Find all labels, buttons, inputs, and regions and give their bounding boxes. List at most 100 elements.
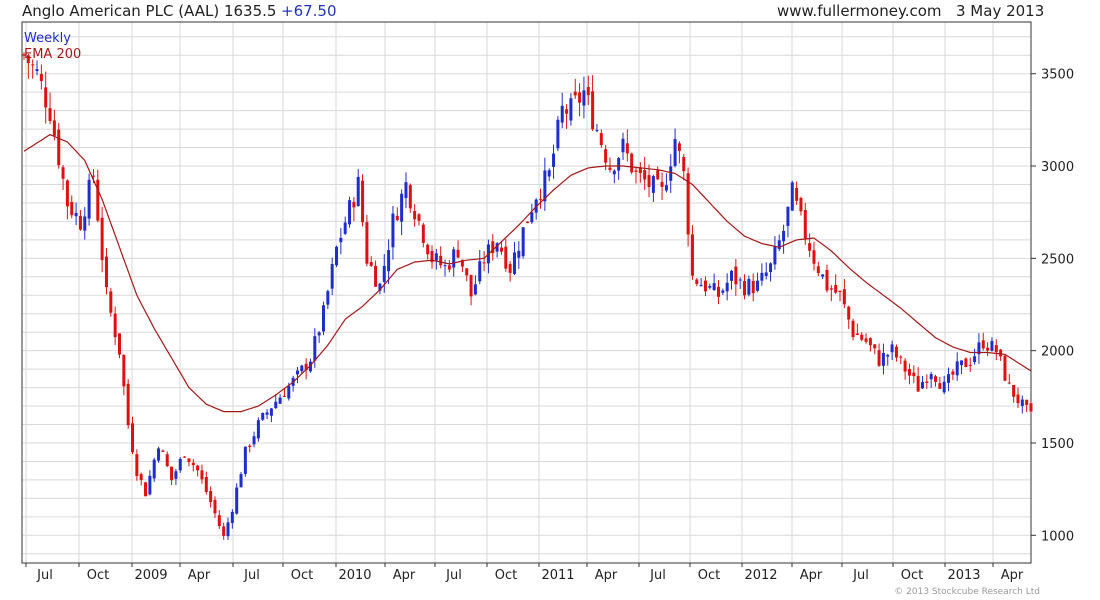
candle bbox=[387, 239, 391, 285]
candle bbox=[842, 278, 846, 309]
candle bbox=[682, 153, 686, 181]
legend-ema200: EMA 200 bbox=[24, 47, 81, 62]
x-tick-label: Jul bbox=[852, 568, 869, 583]
y-axis: 1000 1500 2000 2500 3000 3500 bbox=[1031, 68, 1074, 544]
candle bbox=[773, 236, 777, 270]
candle bbox=[508, 261, 512, 282]
candle bbox=[269, 407, 273, 423]
candle bbox=[413, 204, 417, 227]
candle bbox=[621, 132, 625, 160]
candle bbox=[96, 169, 100, 223]
candle bbox=[591, 75, 595, 132]
candle bbox=[65, 179, 69, 220]
candle bbox=[57, 122, 61, 169]
candle bbox=[999, 348, 1003, 361]
candle bbox=[634, 167, 638, 184]
x-tick-label: Oct bbox=[901, 568, 923, 583]
candle bbox=[365, 214, 369, 267]
candle bbox=[183, 456, 187, 458]
candle bbox=[122, 354, 126, 396]
candle bbox=[847, 305, 851, 329]
x-tick-label: Oct bbox=[495, 568, 517, 583]
x-tick-label: Oct bbox=[291, 568, 313, 583]
candle bbox=[152, 457, 156, 482]
candle bbox=[782, 224, 786, 254]
x-tick-label: 2011 bbox=[541, 568, 574, 583]
candle bbox=[321, 301, 325, 336]
candle bbox=[131, 416, 135, 455]
candle bbox=[799, 196, 803, 216]
candle bbox=[730, 269, 734, 290]
candle bbox=[916, 367, 920, 392]
candle bbox=[751, 273, 755, 302]
candle bbox=[677, 141, 681, 164]
candle bbox=[31, 59, 35, 79]
candle bbox=[838, 290, 842, 302]
x-tick-label: Oct bbox=[87, 568, 109, 583]
candle bbox=[981, 332, 985, 351]
candle bbox=[1016, 387, 1020, 409]
candle bbox=[738, 277, 742, 290]
x-tick-label: 2013 bbox=[947, 568, 980, 583]
candle bbox=[708, 283, 712, 290]
x-tick-label: 2009 bbox=[134, 568, 167, 583]
candle bbox=[786, 206, 790, 238]
candle bbox=[964, 357, 968, 368]
candle bbox=[335, 245, 339, 268]
candle bbox=[291, 375, 295, 392]
candle bbox=[864, 333, 868, 344]
candle bbox=[104, 248, 108, 295]
x-tick-label: Apr bbox=[393, 568, 416, 583]
candle bbox=[712, 273, 716, 291]
candle bbox=[135, 449, 139, 481]
candle bbox=[317, 331, 321, 343]
candle bbox=[83, 207, 87, 240]
candle bbox=[769, 262, 773, 282]
candle bbox=[339, 228, 343, 255]
candle bbox=[929, 371, 933, 388]
candle bbox=[812, 241, 816, 271]
candle bbox=[881, 343, 885, 375]
candle bbox=[512, 241, 516, 276]
x-tick-label: Apr bbox=[1001, 568, 1024, 583]
candle bbox=[517, 241, 521, 269]
candle bbox=[473, 275, 477, 296]
candle bbox=[816, 261, 820, 277]
candle bbox=[617, 156, 621, 180]
candle bbox=[157, 446, 161, 463]
candle bbox=[421, 222, 425, 248]
candle bbox=[578, 83, 582, 117]
candle bbox=[113, 306, 117, 345]
candle bbox=[530, 203, 534, 224]
candle bbox=[912, 365, 916, 384]
candle bbox=[582, 76, 586, 119]
candle bbox=[855, 323, 859, 336]
candle bbox=[977, 333, 981, 364]
candle bbox=[808, 233, 812, 258]
candle bbox=[552, 144, 556, 179]
candle bbox=[117, 333, 121, 359]
x-tick-label: Apr bbox=[595, 568, 618, 583]
candles bbox=[22, 52, 1033, 540]
candle bbox=[699, 277, 703, 287]
candle bbox=[673, 128, 677, 168]
candle bbox=[703, 276, 707, 297]
candle bbox=[1029, 402, 1033, 414]
candle bbox=[48, 92, 52, 125]
candle bbox=[690, 225, 694, 280]
candle bbox=[256, 417, 260, 442]
candle bbox=[569, 93, 573, 126]
candle bbox=[903, 358, 907, 380]
candle bbox=[1007, 374, 1011, 385]
candle bbox=[790, 180, 794, 211]
x-tick-label: 2010 bbox=[338, 568, 371, 583]
candle bbox=[899, 355, 903, 365]
candle bbox=[144, 481, 148, 497]
candle bbox=[599, 129, 603, 148]
x-tick-label: Oct bbox=[698, 568, 720, 583]
candle bbox=[756, 272, 760, 293]
candle bbox=[951, 369, 955, 381]
candle bbox=[560, 92, 564, 129]
candle bbox=[209, 486, 213, 508]
candle bbox=[361, 174, 365, 227]
